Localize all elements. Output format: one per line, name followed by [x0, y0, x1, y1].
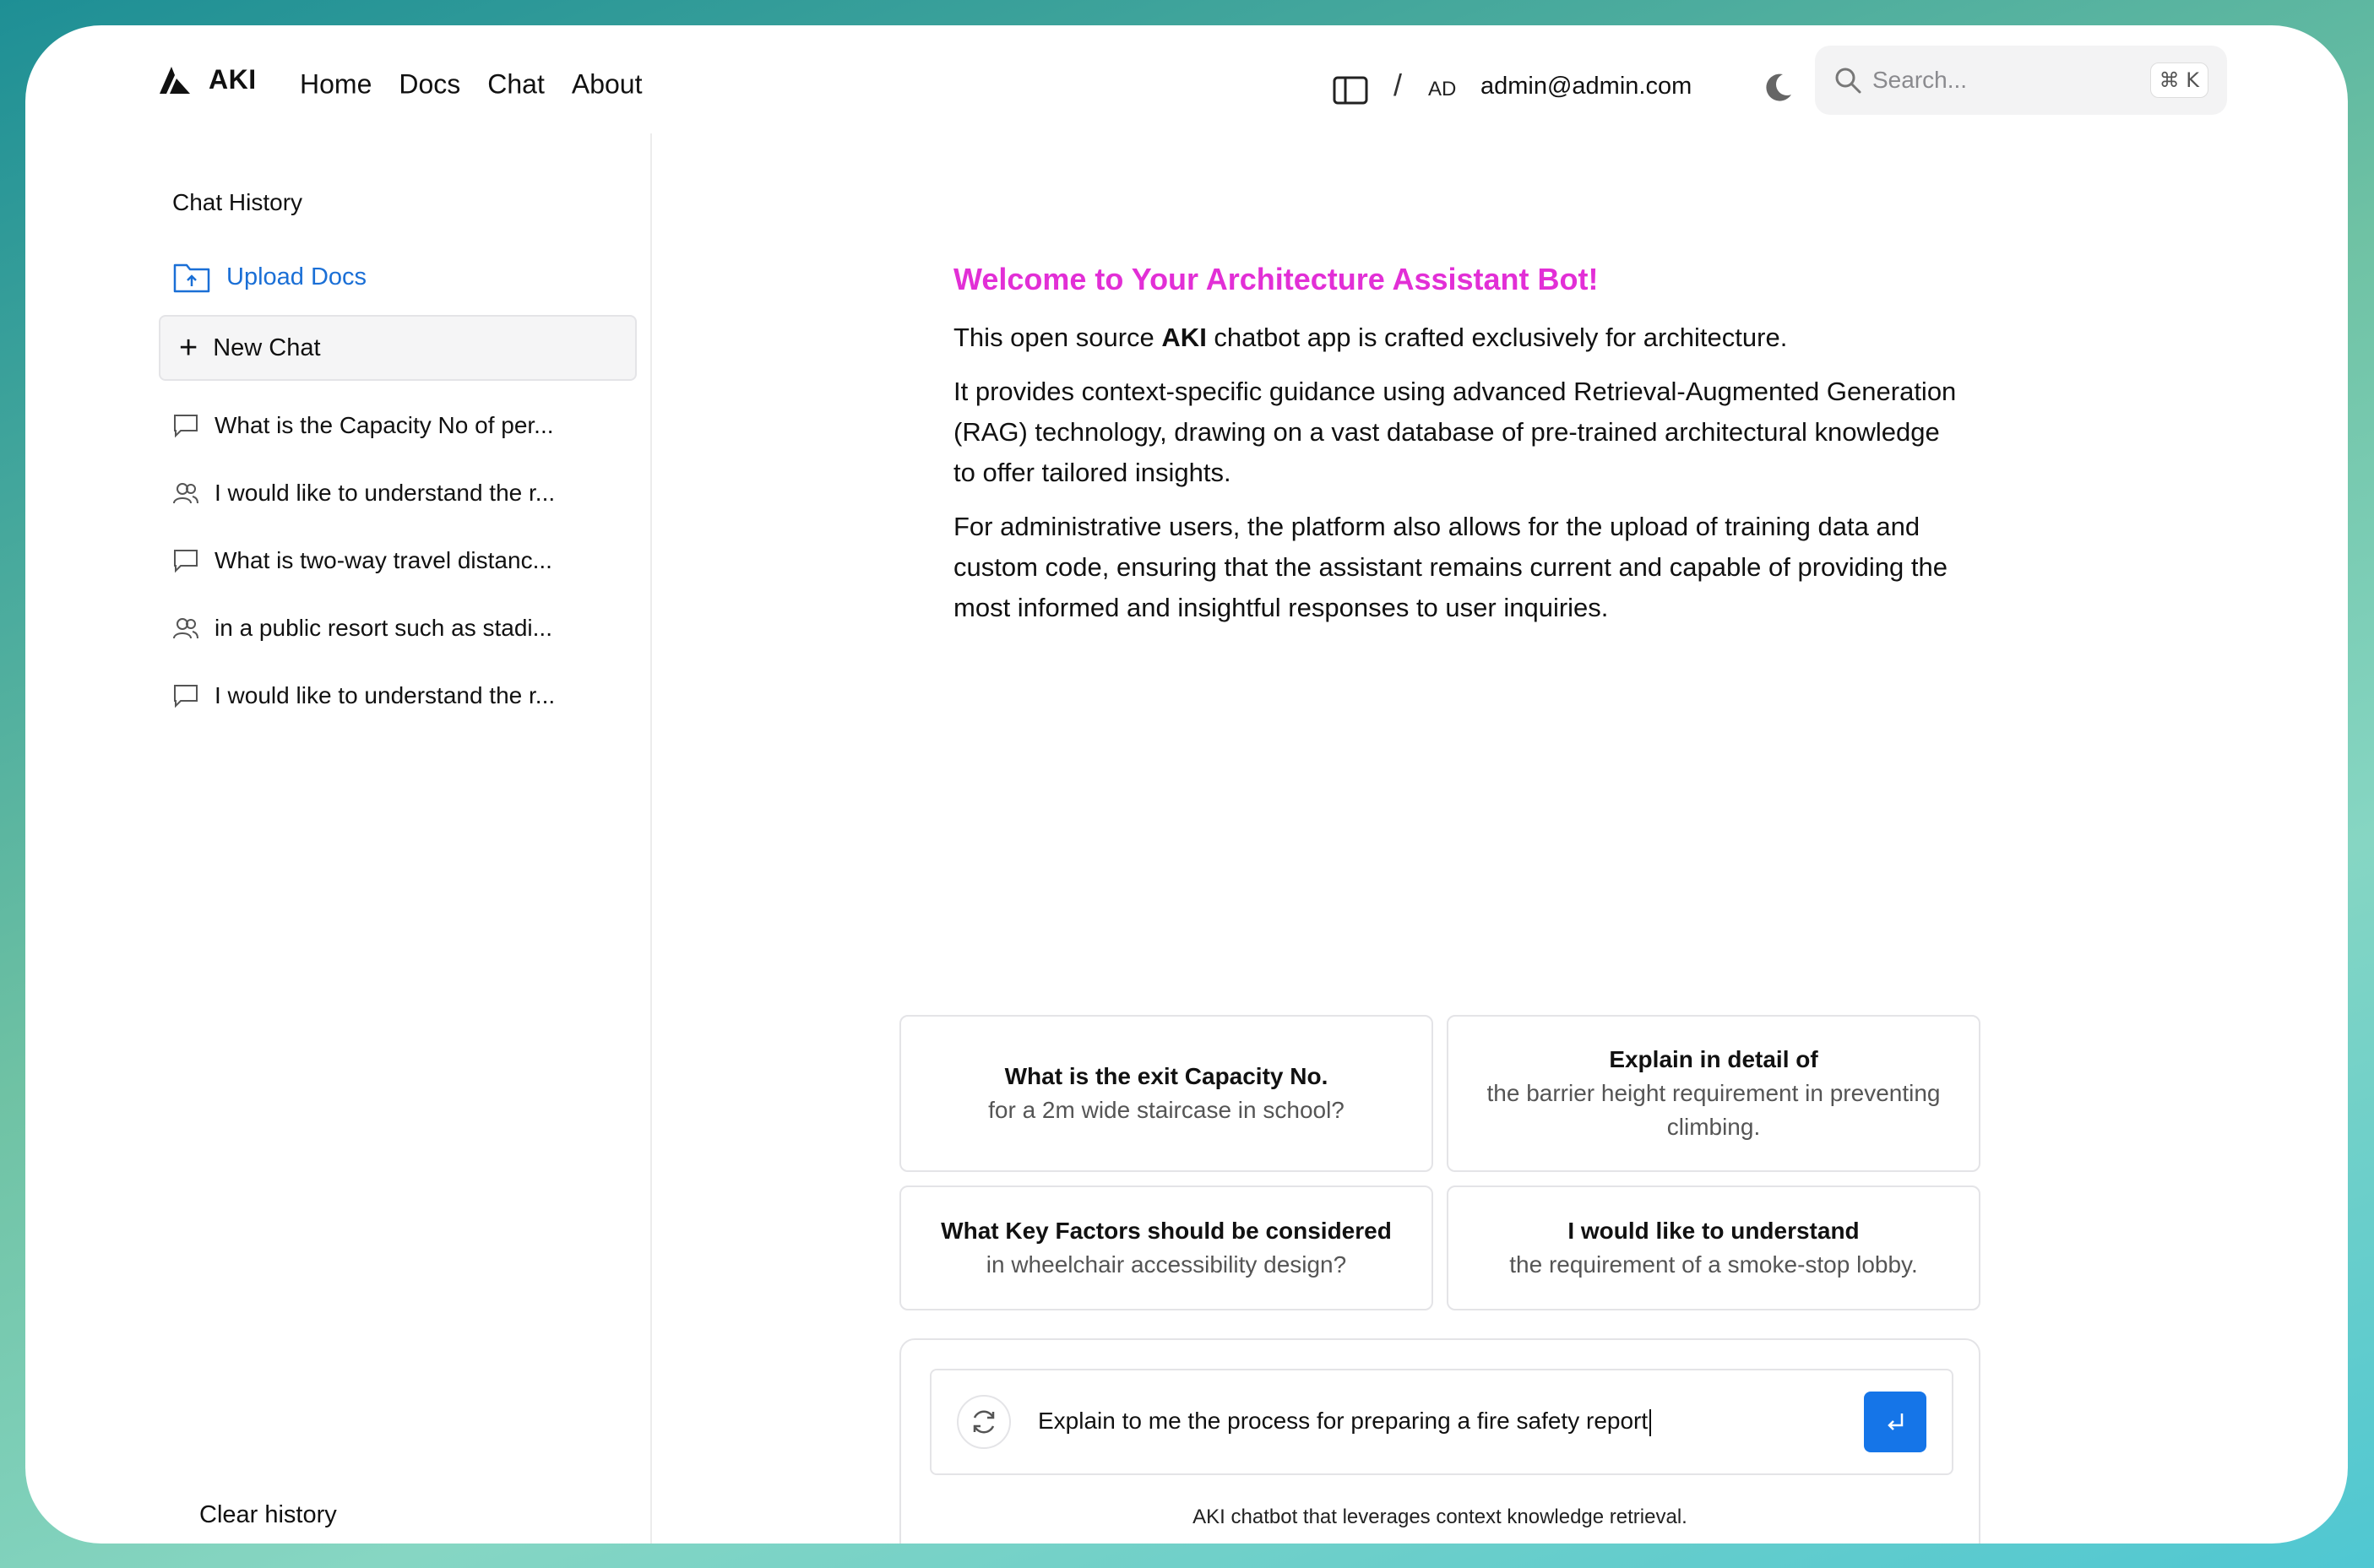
suggestion-subtitle: the barrier height requirement in preven…: [1486, 1080, 1941, 1140]
p1-text: This open source: [953, 323, 1162, 352]
p1-brand: AKI: [1161, 323, 1207, 352]
clear-history-button[interactable]: Clear history: [199, 1501, 337, 1529]
enter-arrow-icon: [1888, 1413, 1904, 1430]
chat-input-value: Explain to me the process for preparing …: [1038, 1408, 1649, 1435]
refresh-button[interactable]: [957, 1395, 1011, 1449]
suggestion-title: What Key Factors should be considered: [941, 1218, 1392, 1244]
users-icon: [173, 618, 198, 639]
welcome-paragraph-2: It provides context-specific guidance us…: [953, 377, 1957, 487]
suggestion-card[interactable]: What is the exit Capacity No. for a 2m w…: [899, 1015, 1433, 1172]
user-email[interactable]: admin@admin.com: [1480, 73, 1692, 100]
suggestion-title: Explain in detail of: [1609, 1046, 1818, 1072]
message-icon: [174, 550, 198, 573]
history-item-label: What is two-way travel distanc...: [215, 547, 552, 573]
message-icon: [174, 415, 198, 438]
nav-chat[interactable]: Chat: [487, 69, 545, 100]
upload-docs-button[interactable]: Upload Docs: [172, 260, 367, 294]
history-item-label: What is the Capacity No of per...: [215, 412, 554, 438]
nav-docs[interactable]: Docs: [399, 69, 460, 100]
suggestion-card[interactable]: I would like to understand the requireme…: [1447, 1185, 1980, 1310]
history-item-label: in a public resort such as stadi...: [215, 615, 552, 641]
avatar[interactable]: AD: [1428, 78, 1456, 101]
message-icon: [174, 685, 198, 708]
search-placeholder: Search...: [1872, 67, 1968, 93]
welcome-title: Welcome to Your Architecture Assistant B…: [953, 262, 1599, 296]
sidebar-title: Chat History: [172, 189, 303, 215]
nav-home[interactable]: Home: [300, 69, 372, 100]
p1-text-end: chatbot app is crafted exclusively for a…: [1206, 323, 1788, 352]
welcome-paragraph-3: For administrative users, the platform a…: [953, 512, 1948, 622]
nav-about[interactable]: About: [572, 69, 643, 100]
search-icon: [1835, 68, 1861, 94]
suggestion-card[interactable]: What Key Factors should be considered in…: [899, 1185, 1433, 1310]
history-item[interactable]: What is two-way travel distanc...: [172, 547, 552, 574]
chat-composer: Explain to me the process for preparing …: [899, 1338, 1980, 1544]
history-item[interactable]: in a public resort such as stadi...: [172, 615, 552, 642]
app-window: AKI Home Docs Chat About / AD admin@admi…: [25, 25, 2348, 1544]
main-nav: Home Docs Chat About: [300, 69, 642, 100]
chat-input[interactable]: Explain to me the process for preparing …: [930, 1369, 1953, 1475]
search-shortcut-badge: ⌘ K: [2149, 62, 2208, 98]
suggestion-subtitle: in wheelchair accessibility design?: [986, 1251, 1347, 1278]
history-item[interactable]: I would like to understand the r...: [172, 682, 555, 709]
suggestion-subtitle: the requirement of a smoke-stop lobby.: [1509, 1251, 1918, 1278]
text-caret: [1649, 1408, 1652, 1436]
send-button[interactable]: [1864, 1392, 1926, 1452]
history-item-label: I would like to understand the r...: [215, 480, 556, 506]
suggestion-subtitle: for a 2m wide staircase in school?: [988, 1097, 1345, 1123]
refresh-icon: [973, 1410, 995, 1434]
composer-footer: AKI chatbot that leverages context knowl…: [1192, 1506, 1687, 1528]
upload-docs-label: Upload Docs: [226, 263, 367, 290]
folder-upload-icon: [173, 263, 210, 293]
history-item-label: I would like to understand the r...: [215, 682, 556, 708]
suggestion-title: What is the exit Capacity No.: [1004, 1063, 1328, 1089]
new-chat-label: New Chat: [213, 334, 321, 361]
suggestion-card[interactable]: Explain in detail of the barrier height …: [1447, 1015, 1980, 1172]
new-chat-button[interactable]: + New Chat: [159, 315, 637, 381]
sidebar-toggle-icon[interactable]: [1333, 76, 1368, 105]
brand-name: AKI: [209, 64, 257, 95]
breadcrumb-separator: /: [1393, 68, 1403, 102]
brand-logo[interactable]: AKI: [158, 64, 257, 95]
history-item[interactable]: I would like to understand the r...: [172, 480, 555, 507]
plus-icon: +: [179, 330, 198, 366]
chat-history-sidebar: Chat History Upload Docs + New Chat What…: [25, 133, 652, 1544]
users-icon: [173, 483, 198, 504]
suggestion-title: I would like to understand: [1567, 1218, 1860, 1244]
aki-logo-icon: [160, 66, 190, 94]
search-input[interactable]: Search... ⌘ K: [1815, 46, 2227, 115]
chat-input-text[interactable]: Explain to me the process for preparing …: [1038, 1408, 1864, 1436]
moon-icon[interactable]: [1761, 71, 1795, 105]
history-item[interactable]: What is the Capacity No of per...: [172, 412, 554, 439]
welcome-paragraph-1: This open source AKI chatbot app is craf…: [953, 317, 1967, 358]
